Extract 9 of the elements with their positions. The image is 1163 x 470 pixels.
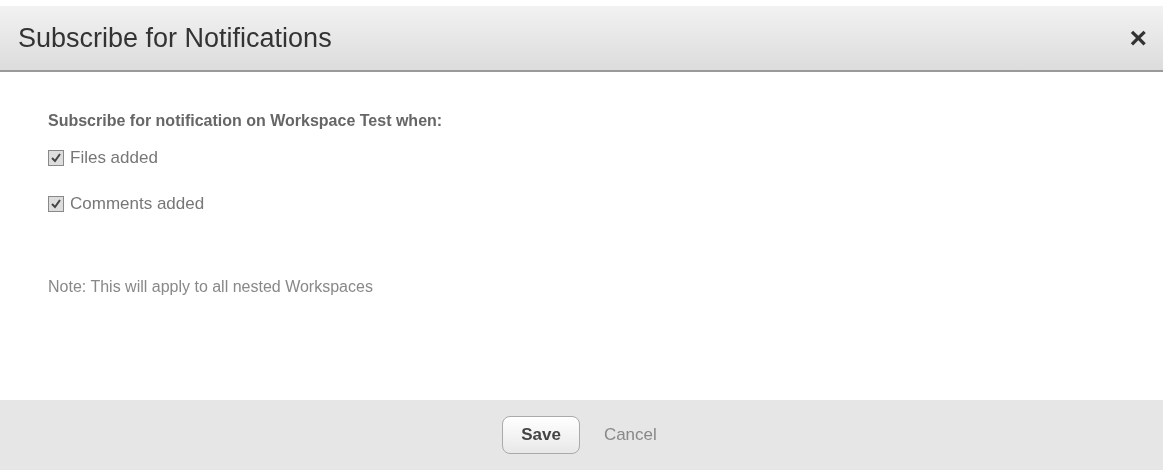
checkbox[interactable] xyxy=(48,196,64,212)
close-button[interactable]: × xyxy=(1125,23,1151,53)
save-button[interactable]: Save xyxy=(502,416,580,454)
note-text: Note: This will apply to all nested Workspaces xyxy=(48,278,374,296)
prompt-text: Subscribe for notification on Workspace Test when: xyxy=(48,112,444,130)
option-label: Comments added xyxy=(70,194,205,214)
dialog-title: Subscribe for Notifications xyxy=(18,22,332,54)
option-label: Files added xyxy=(70,148,158,168)
checkbox[interactable] xyxy=(48,150,64,166)
